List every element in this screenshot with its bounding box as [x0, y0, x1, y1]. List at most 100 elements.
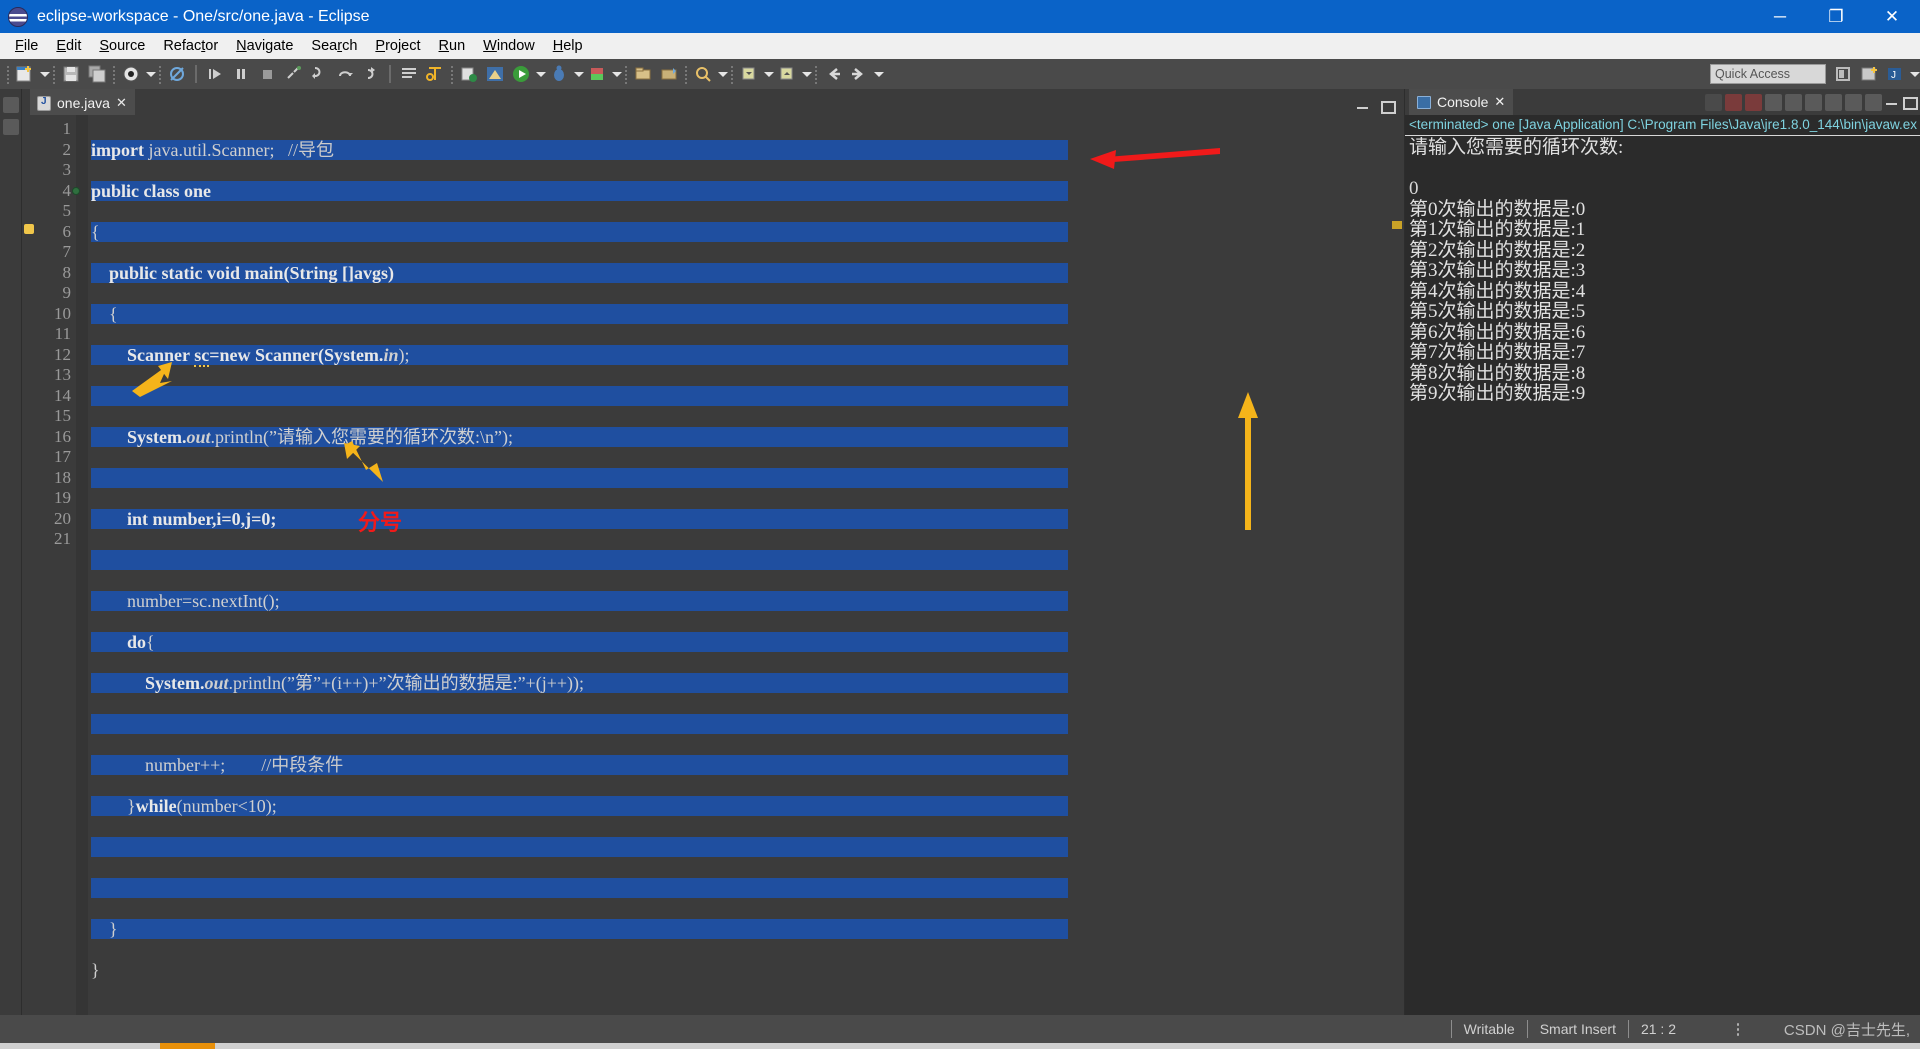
pin-editor-icon[interactable]: [1831, 62, 1855, 86]
maximize-console-button[interactable]: [1902, 95, 1918, 110]
menu-item-help[interactable]: Help: [544, 35, 592, 57]
save-icon[interactable]: [59, 62, 83, 86]
resume-icon[interactable]: [203, 62, 227, 86]
code-line-6[interactable]: Scanner sc=new Scanner(System.in);: [91, 344, 1068, 367]
coverage-icon[interactable]: [585, 62, 609, 86]
debug-run-dropdown-caret-icon[interactable]: [572, 62, 584, 86]
code-line-11[interactable]: [91, 549, 1068, 570]
suspend-icon[interactable]: [229, 62, 253, 86]
code-line-8[interactable]: System.out.println(”请输入您需要的循环次数:\n”);: [91, 426, 1068, 447]
word-wrap-icon[interactable]: [1805, 93, 1822, 111]
minimize-console-button[interactable]: [1885, 95, 1899, 109]
save-all-icon[interactable]: [85, 62, 109, 86]
code-line-3[interactable]: {: [91, 221, 1068, 242]
clear-console-icon[interactable]: [1765, 93, 1782, 111]
prev-annotation-icon[interactable]: [775, 62, 799, 86]
perspective-caret-icon[interactable]: [1908, 62, 1920, 86]
toolbar-drag-handle-3[interactable]: [110, 64, 118, 84]
new-java-project-icon[interactable]: [483, 62, 507, 86]
menu-item-navigate[interactable]: Navigate: [227, 35, 302, 57]
java-perspective-icon[interactable]: J: [1883, 62, 1907, 86]
code-line-19[interactable]: [91, 877, 1068, 898]
close-icon[interactable]: ✕: [116, 95, 127, 111]
toolbar-drag-handle-6[interactable]: [622, 64, 630, 84]
toolbar-drag-handle[interactable]: [4, 64, 12, 84]
prev-dropdown-caret-icon[interactable]: [800, 62, 812, 86]
remove-all-terminated-icon[interactable]: [1745, 93, 1762, 111]
run-icon[interactable]: [509, 62, 533, 86]
scroll-lock-icon[interactable]: [1785, 93, 1802, 111]
code-line-7[interactable]: [91, 385, 1068, 406]
code-line-13[interactable]: do{: [91, 631, 1068, 652]
code-line-5[interactable]: {: [91, 303, 1068, 324]
breakpoint-marker[interactable]: [72, 186, 80, 195]
menu-item-edit[interactable]: Edit: [47, 35, 90, 57]
debug-perspective-icon[interactable]: [119, 62, 143, 86]
toolbar-drag-handle-8[interactable]: [728, 64, 736, 84]
outline-view-icon[interactable]: [2, 119, 19, 135]
step-into-icon[interactable]: [307, 62, 331, 86]
debug-dropdown-caret-icon[interactable]: [144, 62, 156, 86]
skip-breakpoints-icon[interactable]: [165, 62, 189, 86]
menu-item-source[interactable]: Source: [90, 35, 154, 57]
search-dropdown-caret-icon[interactable]: [716, 62, 728, 86]
code-line-4[interactable]: public static void main(String []avgs): [91, 262, 1068, 283]
close-icon[interactable]: ✕: [1494, 94, 1505, 110]
toolbar-drag-handle-2[interactable]: [50, 64, 58, 84]
menu-item-project[interactable]: Project: [366, 35, 429, 57]
terminate-icon[interactable]: [1705, 93, 1722, 111]
folding-ruler[interactable]: [76, 115, 88, 1015]
code-line-10[interactable]: int number,i=0,j=0;: [91, 508, 1068, 529]
run-dropdown-caret-icon[interactable]: [534, 62, 546, 86]
open-type-icon[interactable]: [657, 62, 681, 86]
step-over-icon[interactable]: [333, 62, 357, 86]
warning-marker[interactable]: [24, 224, 34, 234]
code-line-12[interactable]: number=sc.nextInt();: [91, 590, 1068, 611]
forward-dropdown-caret-icon[interactable]: [872, 62, 884, 86]
remove-launch-icon[interactable]: [1725, 93, 1742, 111]
open-perspective-icon[interactable]: [1857, 62, 1881, 86]
package-explorer-icon[interactable]: [2, 97, 19, 113]
external-tools-icon[interactable]: [423, 62, 447, 86]
source-code[interactable]: import java.util.Scanner; //导包 public cl…: [88, 119, 1068, 1015]
code-line-14[interactable]: System.out.println(”第”+(i++)+”次输出的数据是:”+…: [91, 672, 1068, 693]
debug-run-icon[interactable]: [547, 62, 571, 86]
maximize-button[interactable]: ❐: [1808, 0, 1864, 33]
code-line-9[interactable]: [91, 467, 1068, 488]
new-java-class-icon[interactable]: [457, 62, 481, 86]
menu-item-refactor[interactable]: Refactor: [154, 35, 227, 57]
code-line-21[interactable]: }: [91, 960, 1068, 981]
code-editor-area[interactable]: import java.util.Scanner; //导包 public cl…: [88, 115, 1404, 1015]
console-output[interactable]: 请输入您需要的循环次数: 0 第0次输出的数据是:0 第1次输出的数据是:1 第…: [1405, 136, 1920, 1015]
toolbar-drag-handle-5[interactable]: [448, 64, 456, 84]
menu-item-search[interactable]: Search: [302, 35, 366, 57]
open-console-icon[interactable]: [1865, 93, 1882, 111]
editor-tab-one-java[interactable]: one.java ✕: [30, 89, 135, 115]
minimize-button[interactable]: ─: [1752, 0, 1808, 33]
menu-item-file[interactable]: File: [6, 35, 47, 57]
menu-item-window[interactable]: Window: [474, 35, 544, 57]
editor-overview-ruler[interactable]: [1390, 115, 1404, 1015]
code-line-15[interactable]: [91, 713, 1068, 734]
warning-overview-marker[interactable]: [1392, 221, 1402, 229]
toggle-console-icon[interactable]: [397, 62, 421, 86]
search-icon[interactable]: [691, 62, 715, 86]
code-line-2[interactable]: public class one: [91, 180, 1068, 201]
console-tab[interactable]: Console ✕: [1409, 89, 1514, 115]
terminate-icon[interactable]: [255, 62, 279, 86]
new-package-icon[interactable]: [631, 62, 655, 86]
forward-icon[interactable]: [847, 62, 871, 86]
code-line-20[interactable]: }: [91, 918, 1068, 939]
toolbar-drag-handle-4[interactable]: [156, 64, 164, 84]
new-wizard-icon[interactable]: [13, 62, 37, 86]
code-line-18[interactable]: [91, 836, 1068, 857]
step-return-icon[interactable]: [359, 62, 383, 86]
new-dropdown-caret-icon[interactable]: [38, 62, 50, 86]
pin-console-icon[interactable]: [1825, 93, 1842, 111]
toolbar-drag-handle-7[interactable]: [682, 64, 690, 84]
quick-access-input[interactable]: Quick Access: [1710, 64, 1826, 84]
menu-item-run[interactable]: Run: [430, 35, 475, 57]
disconnect-icon[interactable]: [281, 62, 305, 86]
maximize-view-button[interactable]: [1380, 99, 1396, 114]
back-icon[interactable]: [821, 62, 845, 86]
